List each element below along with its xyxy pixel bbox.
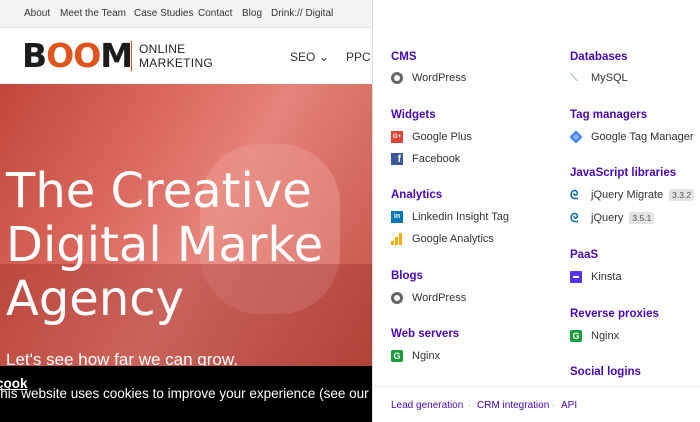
jquery-icon: ᘓ — [570, 211, 579, 225]
footer-separator: · — [468, 400, 472, 411]
tech-item-mysql[interactable]: ⟍ MySQL — [570, 72, 628, 84]
tech-item-jquery-migrate[interactable]: ᘓ jQuery Migrate 3.3.2 — [570, 188, 695, 202]
tech-item-jquery[interactable]: ᘓ jQuery 3.5.1 — [570, 211, 655, 225]
nav-meet-team-link[interactable]: Meet the Team — [60, 8, 126, 19]
nginx-icon: G — [391, 350, 403, 362]
version-badge: 3.3.2 — [669, 189, 695, 201]
wordpress-icon — [391, 72, 403, 84]
logo-subtitle: ONLINE MARKETING — [139, 42, 214, 70]
category-paas[interactable]: PaaS — [570, 249, 598, 261]
nav-case-studies-link[interactable]: Case Studies — [134, 8, 193, 19]
nav-seo-menu[interactable]: SEO ⌄ — [290, 50, 329, 64]
hero-title: The Creative Digital Marke Agency — [6, 163, 324, 327]
category-databases[interactable]: Databases — [570, 51, 628, 63]
mysql-icon: ⟍ — [570, 72, 578, 84]
chevron-down-icon: ⌄ — [318, 50, 329, 64]
category-javascript-libraries[interactable]: JavaScript libraries — [570, 167, 676, 179]
footer-separator: · — [552, 400, 556, 411]
tech-item-google-tag-manager[interactable]: Google Tag Manager — [569, 130, 694, 144]
tech-item-facebook[interactable]: f Facebook — [391, 153, 460, 165]
logo-divider — [131, 41, 132, 71]
nav-drink-digital-link[interactable]: Drink:// Digital — [271, 8, 333, 19]
category-cms[interactable]: CMS — [391, 51, 417, 63]
google-tag-manager-icon — [569, 130, 583, 144]
nginx-icon: G — [570, 330, 582, 342]
category-web-servers[interactable]: Web servers — [391, 328, 459, 340]
facebook-icon: f — [391, 153, 403, 165]
hero-banner: The Creative Digital Marke Agency Let's … — [0, 84, 372, 366]
nav-about-link[interactable]: About — [24, 8, 50, 19]
cookie-text: This website uses cookies to improve you… — [0, 386, 369, 401]
category-social-logins[interactable]: Social logins — [570, 366, 641, 378]
kinsta-icon — [570, 271, 582, 283]
google-analytics-icon — [391, 233, 403, 245]
category-reverse-proxies[interactable]: Reverse proxies — [570, 308, 659, 320]
technology-panel: CMS WordPress Widgets G+ Google Plus f Fac… — [372, 0, 700, 422]
panel-footer: Lead generation · CRM integration · API — [373, 386, 700, 422]
tech-item-google-plus[interactable]: G+ Google Plus — [391, 131, 472, 143]
boom-logo[interactable]: BOOM — [22, 39, 133, 72]
lead-generation-link[interactable]: Lead generation — [391, 400, 463, 411]
nav-ppc-menu[interactable]: PPC — [346, 50, 371, 64]
tech-item-nginx-server[interactable]: G Nginx — [391, 350, 440, 362]
version-badge: 3.5.1 — [629, 212, 655, 224]
api-link[interactable]: API — [561, 400, 577, 411]
linkedin-icon: in — [391, 211, 403, 223]
tech-item-nginx-proxy[interactable]: G Nginx — [570, 330, 619, 342]
category-analytics[interactable]: Analytics — [391, 189, 442, 201]
tech-item-linkedin-insight[interactable]: in Linkedin Insight Tag — [391, 211, 509, 223]
crm-integration-link[interactable]: CRM integration — [477, 400, 549, 411]
cookie-banner: This website uses cookies to improve you… — [0, 366, 372, 422]
category-widgets[interactable]: Widgets — [391, 109, 436, 121]
tech-item-wordpress-blog[interactable]: WordPress — [391, 292, 466, 304]
google-plus-icon: G+ — [391, 131, 403, 143]
category-blogs[interactable]: Blogs — [391, 270, 423, 282]
hero-subtitle: Let's see how far we can grow. — [6, 350, 238, 366]
tech-item-google-analytics[interactable]: Google Analytics — [391, 233, 494, 245]
nav-contact-link[interactable]: Contact — [198, 8, 232, 19]
jquery-icon: ᘓ — [570, 188, 579, 202]
site-header: BOOM ONLINE MARKETING SEO ⌄ PPC — [0, 28, 372, 84]
wordpress-icon — [391, 292, 403, 304]
top-utility-nav: About Meet the Team Case Studies Contact… — [0, 0, 372, 28]
website-viewport: About Meet the Team Case Studies Contact… — [0, 0, 372, 422]
tech-item-wordpress[interactable]: WordPress — [391, 72, 466, 84]
nav-blog-link[interactable]: Blog — [242, 8, 262, 19]
category-tag-managers[interactable]: Tag managers — [570, 109, 647, 121]
tech-item-kinsta[interactable]: Kinsta — [570, 271, 622, 283]
